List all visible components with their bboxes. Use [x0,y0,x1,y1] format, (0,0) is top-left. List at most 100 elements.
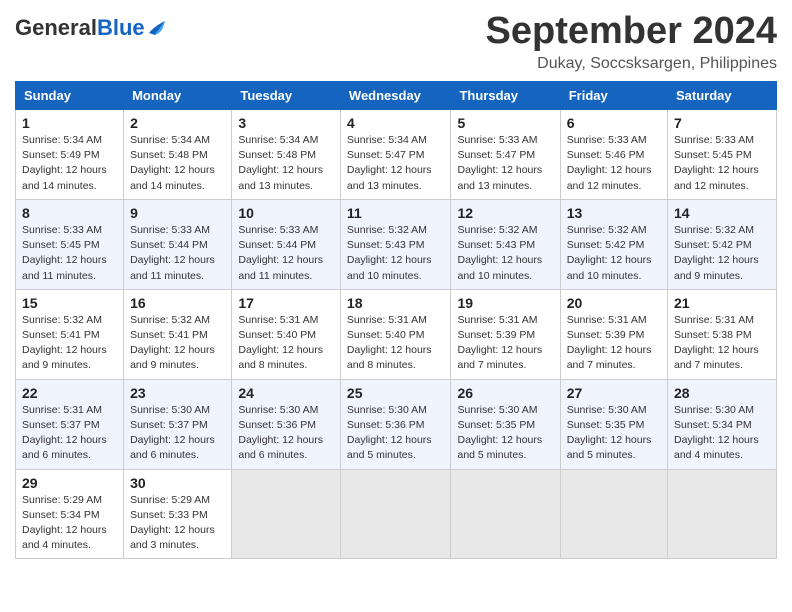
calendar-cell: 13 Sunrise: 5:32 AMSunset: 5:42 PMDaylig… [560,199,667,289]
day-info: Sunrise: 5:33 AMSunset: 5:46 PMDaylight:… [567,134,652,192]
day-number: 7 [674,115,770,131]
day-header-monday: Monday [124,82,232,110]
calendar-cell: 30 Sunrise: 5:29 AMSunset: 5:33 PMDaylig… [124,469,232,559]
day-number: 20 [567,295,661,311]
calendar-cell: 22 Sunrise: 5:31 AMSunset: 5:37 PMDaylig… [16,379,124,469]
day-number: 17 [238,295,334,311]
day-number: 1 [22,115,117,131]
calendar-cell: 18 Sunrise: 5:31 AMSunset: 5:40 PMDaylig… [340,289,451,379]
logo-bird-icon [147,19,167,37]
calendar-table: SundayMondayTuesdayWednesdayThursdayFrid… [15,81,777,559]
day-number: 15 [22,295,117,311]
day-info: Sunrise: 5:32 AMSunset: 5:43 PMDaylight:… [457,224,542,282]
day-info: Sunrise: 5:32 AMSunset: 5:42 PMDaylight:… [674,224,759,282]
day-header-friday: Friday [560,82,667,110]
day-info: Sunrise: 5:31 AMSunset: 5:40 PMDaylight:… [347,314,432,372]
calendar-cell: 16 Sunrise: 5:32 AMSunset: 5:41 PMDaylig… [124,289,232,379]
day-number: 14 [674,205,770,221]
day-header-saturday: Saturday [668,82,777,110]
day-number: 26 [457,385,553,401]
day-info: Sunrise: 5:32 AMSunset: 5:41 PMDaylight:… [22,314,107,372]
day-number: 16 [130,295,225,311]
day-header-thursday: Thursday [451,82,560,110]
title-section: September 2024 Dukay, Soccsksargen, Phil… [486,10,778,73]
day-header-sunday: Sunday [16,82,124,110]
day-number: 9 [130,205,225,221]
day-number: 25 [347,385,445,401]
day-info: Sunrise: 5:30 AMSunset: 5:34 PMDaylight:… [674,404,759,462]
calendar-cell: 21 Sunrise: 5:31 AMSunset: 5:38 PMDaylig… [668,289,777,379]
day-info: Sunrise: 5:30 AMSunset: 5:36 PMDaylight:… [347,404,432,462]
calendar-cell: 9 Sunrise: 5:33 AMSunset: 5:44 PMDayligh… [124,199,232,289]
logo: GeneralBlue [15,10,167,41]
calendar-week-row: 22 Sunrise: 5:31 AMSunset: 5:37 PMDaylig… [16,379,777,469]
day-number: 24 [238,385,334,401]
calendar-cell: 11 Sunrise: 5:32 AMSunset: 5:43 PMDaylig… [340,199,451,289]
calendar-cell: 3 Sunrise: 5:34 AMSunset: 5:48 PMDayligh… [232,110,341,200]
calendar-cell [451,469,560,559]
day-info: Sunrise: 5:31 AMSunset: 5:40 PMDaylight:… [238,314,323,372]
day-header-wednesday: Wednesday [340,82,451,110]
calendar-cell: 27 Sunrise: 5:30 AMSunset: 5:35 PMDaylig… [560,379,667,469]
calendar-week-row: 8 Sunrise: 5:33 AMSunset: 5:45 PMDayligh… [16,199,777,289]
day-info: Sunrise: 5:33 AMSunset: 5:44 PMDaylight:… [238,224,323,282]
day-info: Sunrise: 5:31 AMSunset: 5:37 PMDaylight:… [22,404,107,462]
day-number: 6 [567,115,661,131]
month-year-title: September 2024 [486,10,778,53]
calendar-cell: 14 Sunrise: 5:32 AMSunset: 5:42 PMDaylig… [668,199,777,289]
calendar-cell: 20 Sunrise: 5:31 AMSunset: 5:39 PMDaylig… [560,289,667,379]
calendar-cell: 15 Sunrise: 5:32 AMSunset: 5:41 PMDaylig… [16,289,124,379]
day-info: Sunrise: 5:29 AMSunset: 5:33 PMDaylight:… [130,494,215,552]
calendar-cell [560,469,667,559]
day-info: Sunrise: 5:33 AMSunset: 5:44 PMDaylight:… [130,224,215,282]
day-number: 2 [130,115,225,131]
calendar-cell: 25 Sunrise: 5:30 AMSunset: 5:36 PMDaylig… [340,379,451,469]
day-info: Sunrise: 5:31 AMSunset: 5:38 PMDaylight:… [674,314,759,372]
day-info: Sunrise: 5:31 AMSunset: 5:39 PMDaylight:… [457,314,542,372]
day-info: Sunrise: 5:34 AMSunset: 5:47 PMDaylight:… [347,134,432,192]
calendar-cell: 23 Sunrise: 5:30 AMSunset: 5:37 PMDaylig… [124,379,232,469]
calendar-cell [668,469,777,559]
calendar-week-row: 29 Sunrise: 5:29 AMSunset: 5:34 PMDaylig… [16,469,777,559]
calendar-week-row: 1 Sunrise: 5:34 AMSunset: 5:49 PMDayligh… [16,110,777,200]
day-info: Sunrise: 5:34 AMSunset: 5:48 PMDaylight:… [238,134,323,192]
day-info: Sunrise: 5:32 AMSunset: 5:41 PMDaylight:… [130,314,215,372]
header: GeneralBlue September 2024 Dukay, Soccsk… [15,10,777,73]
day-number: 10 [238,205,334,221]
day-number: 13 [567,205,661,221]
calendar-cell: 28 Sunrise: 5:30 AMSunset: 5:34 PMDaylig… [668,379,777,469]
day-number: 5 [457,115,553,131]
calendar-cell: 5 Sunrise: 5:33 AMSunset: 5:47 PMDayligh… [451,110,560,200]
day-number: 12 [457,205,553,221]
calendar-cell: 6 Sunrise: 5:33 AMSunset: 5:46 PMDayligh… [560,110,667,200]
calendar-cell: 17 Sunrise: 5:31 AMSunset: 5:40 PMDaylig… [232,289,341,379]
day-number: 18 [347,295,445,311]
day-info: Sunrise: 5:30 AMSunset: 5:36 PMDaylight:… [238,404,323,462]
day-number: 22 [22,385,117,401]
day-header-tuesday: Tuesday [232,82,341,110]
calendar-cell: 19 Sunrise: 5:31 AMSunset: 5:39 PMDaylig… [451,289,560,379]
calendar-cell: 8 Sunrise: 5:33 AMSunset: 5:45 PMDayligh… [16,199,124,289]
day-info: Sunrise: 5:32 AMSunset: 5:42 PMDaylight:… [567,224,652,282]
day-info: Sunrise: 5:33 AMSunset: 5:47 PMDaylight:… [457,134,542,192]
day-info: Sunrise: 5:33 AMSunset: 5:45 PMDaylight:… [674,134,759,192]
day-number: 4 [347,115,445,131]
day-info: Sunrise: 5:34 AMSunset: 5:48 PMDaylight:… [130,134,215,192]
calendar-cell: 26 Sunrise: 5:30 AMSunset: 5:35 PMDaylig… [451,379,560,469]
day-info: Sunrise: 5:30 AMSunset: 5:35 PMDaylight:… [567,404,652,462]
calendar-cell [232,469,341,559]
calendar-cell: 7 Sunrise: 5:33 AMSunset: 5:45 PMDayligh… [668,110,777,200]
day-number: 28 [674,385,770,401]
day-number: 23 [130,385,225,401]
day-number: 27 [567,385,661,401]
calendar-cell [340,469,451,559]
calendar-cell: 2 Sunrise: 5:34 AMSunset: 5:48 PMDayligh… [124,110,232,200]
day-number: 3 [238,115,334,131]
logo-general-text: General [15,15,97,41]
calendar-cell: 29 Sunrise: 5:29 AMSunset: 5:34 PMDaylig… [16,469,124,559]
day-info: Sunrise: 5:30 AMSunset: 5:37 PMDaylight:… [130,404,215,462]
day-number: 21 [674,295,770,311]
calendar-week-row: 15 Sunrise: 5:32 AMSunset: 5:41 PMDaylig… [16,289,777,379]
calendar-cell: 24 Sunrise: 5:30 AMSunset: 5:36 PMDaylig… [232,379,341,469]
day-number: 11 [347,205,445,221]
